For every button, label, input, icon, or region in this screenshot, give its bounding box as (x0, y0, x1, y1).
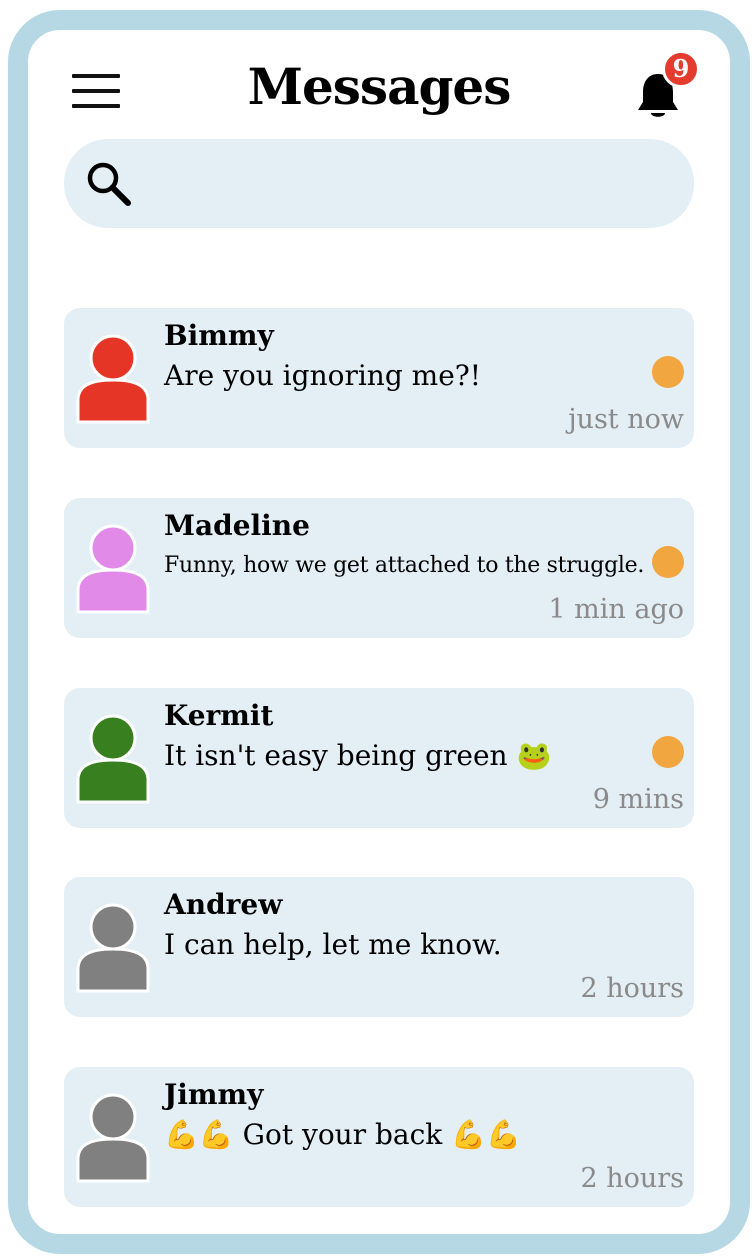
conversation-item-bimmy[interactable]: Bimmy Are you ignoring me?! just now (64, 308, 694, 448)
avatar-icon (76, 1093, 150, 1183)
unread-indicator (652, 736, 684, 768)
search-icon (87, 162, 131, 206)
contact-name: Madeline (164, 509, 310, 542)
timestamp: 2 hours (580, 1163, 684, 1194)
avatar-icon (76, 903, 150, 993)
avatar-icon (76, 524, 150, 614)
search-bar[interactable] (64, 139, 694, 228)
unread-indicator (652, 356, 684, 388)
contact-name: Kermit (164, 699, 274, 732)
notifications-button[interactable]: 9 (626, 50, 700, 122)
timestamp: 1 min ago (548, 594, 684, 625)
message-preview: Are you ignoring me?! (164, 359, 482, 392)
message-preview: It isn't easy being green 🐸 (164, 739, 552, 772)
timestamp: just now (568, 404, 684, 435)
message-preview: 💪💪 Got your back 💪💪 (164, 1118, 521, 1151)
contact-name: Andrew (164, 888, 283, 921)
contact-name: Bimmy (164, 319, 274, 352)
conversation-item-madeline[interactable]: Madeline Funny, how we get attached to t… (64, 498, 694, 638)
avatar-icon (76, 714, 150, 804)
message-preview: I can help, let me know. (164, 928, 502, 961)
contact-name: Jimmy (164, 1078, 264, 1111)
app-header: Messages 9 (62, 50, 700, 126)
message-preview: Funny, how we get attached to the strugg… (164, 553, 645, 578)
timestamp: 9 mins (592, 784, 684, 815)
page-title: Messages (247, 57, 512, 116)
unread-indicator (652, 546, 684, 578)
timestamp: 2 hours (580, 973, 684, 1004)
conversation-item-andrew[interactable]: Andrew I can help, let me know. 2 hours (64, 877, 694, 1017)
avatar-icon (76, 334, 150, 424)
conversation-item-kermit[interactable]: Kermit It isn't easy being green 🐸 9 min… (64, 688, 694, 828)
conversation-item-jimmy[interactable]: Jimmy 💪💪 Got your back 💪💪 2 hours (64, 1067, 694, 1207)
search-input[interactable] (148, 155, 672, 213)
notification-badge: 9 (662, 50, 700, 88)
